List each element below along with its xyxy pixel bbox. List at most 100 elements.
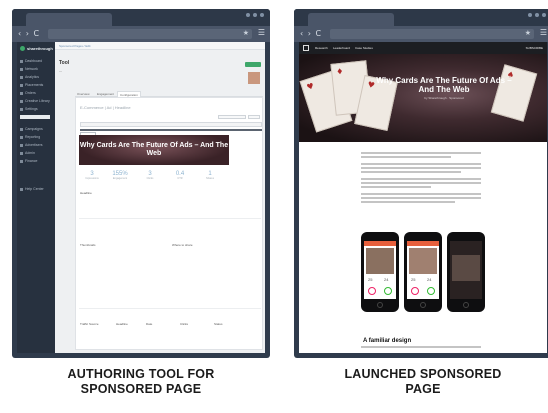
subscribe-link[interactable]: SUBSCRIBE [526, 46, 543, 50]
sidebar-item[interactable]: Admin [20, 150, 52, 156]
authoring-main: Sponsored Pages / Edit Tool — Overview E… [55, 42, 265, 353]
logo-dot-icon [20, 46, 25, 52]
authoring-browser-window: ‹ › C ★ ☰ sharethrough Dashboard Network… [12, 9, 270, 358]
url-input[interactable]: ★ [48, 29, 252, 39]
star-icon[interactable]: ★ [243, 29, 249, 39]
breadcrumb[interactable]: Sponsored Pages / Edit [59, 44, 91, 48]
sidebar-item[interactable]: Settings [20, 106, 52, 112]
like-icon[interactable] [427, 287, 435, 295]
caption-line: LAUNCHED SPONSORED [344, 367, 502, 381]
save-button[interactable] [248, 115, 260, 119]
caption-line: AUTHORING TOOL FOR [67, 367, 215, 381]
sidebar-item[interactable]: Campaigns [20, 126, 52, 132]
hero-title: Why Cards Are The Future Of Ads – And Th… [79, 142, 229, 157]
window-controls[interactable] [528, 13, 546, 17]
editor-toolbar[interactable] [80, 122, 262, 127]
browser-tab[interactable] [308, 13, 394, 26]
article-text-line [361, 201, 455, 203]
site-logo-icon[interactable] [303, 45, 309, 51]
tab-strip: Overview Engagement Configuration [75, 90, 263, 97]
app-header [407, 241, 439, 246]
site-nav-case-studies[interactable]: Case Studies [355, 46, 373, 50]
sidebar-item[interactable]: Creative Library [20, 98, 52, 104]
app-sidebar: sharethrough Dashboard Network Analytics… [17, 42, 55, 353]
sidebar-item[interactable]: Advertisers [20, 142, 52, 148]
footer-col: Status [214, 322, 223, 326]
menu-item-icon [20, 83, 23, 87]
metric-value: 25 [411, 277, 416, 282]
sidebar-item-label: Creative Library [25, 99, 50, 103]
headline-placeholder: E-Commerce | Ad | Headline [80, 105, 131, 110]
sidebar-item-help[interactable]: Help Center [20, 186, 52, 192]
nav-arrows-icon[interactable]: ‹ › C [18, 29, 40, 39]
page-title: Tool [59, 60, 70, 66]
site-nav-research[interactable]: Research [315, 46, 328, 50]
menu-item-icon [20, 159, 23, 163]
sidebar-item[interactable]: Analytics [20, 74, 52, 80]
url-input[interactable]: ★ [330, 29, 534, 39]
phone-screen [450, 241, 482, 299]
section-label-thumbnails: Thumbnails [80, 243, 96, 247]
divider [79, 218, 261, 219]
phone-screen: 25 24 [364, 241, 396, 299]
app-header [364, 241, 396, 246]
match-photo [452, 255, 480, 281]
sidebar-item[interactable]: Dashboard [20, 58, 52, 64]
footer-col: Headline [116, 322, 128, 326]
profile-photo [409, 248, 437, 274]
article-text-line [361, 346, 481, 348]
article-text-line [361, 197, 481, 199]
tab-bar [294, 9, 548, 26]
footer-col: Clicks [180, 322, 188, 326]
menu-item-icon [20, 67, 23, 71]
sidebar-item-label: Dashboard [25, 59, 43, 63]
menu-item-icon [20, 135, 23, 139]
hero-preview: Why Cards Are The Future Of Ads – And Th… [79, 135, 229, 165]
preview-button[interactable] [218, 115, 246, 119]
sidebar-item[interactable]: Orders [20, 90, 52, 96]
window-controls[interactable] [246, 13, 264, 17]
star-icon[interactable]: ★ [525, 29, 531, 39]
tab-bar [12, 9, 270, 26]
brand-logo: sharethrough [20, 46, 53, 52]
home-button-icon [420, 302, 426, 308]
site-nav-leaderboard[interactable]: Leaderboard [333, 46, 350, 50]
menu-item-icon [20, 127, 23, 131]
like-icon[interactable] [384, 287, 392, 295]
menu-item-icon [20, 107, 23, 111]
publish-button[interactable] [245, 62, 261, 67]
sidebar-item-label: Settings [25, 107, 38, 111]
stat: 3 Clicks [138, 171, 162, 180]
section-label-headline: Headline [80, 191, 92, 195]
stat: 1 Shares [198, 171, 222, 180]
hero-banner: ♥ ♦ ♥ ♠ Why Cards Are The Future Of Ads … [299, 54, 547, 142]
stat: 0.4 CTR [168, 171, 192, 180]
menu-item-icon [20, 75, 23, 79]
menu-item-icon [20, 143, 23, 147]
home-button-icon [463, 302, 469, 308]
dislike-icon[interactable] [411, 287, 419, 295]
stat-label: Shares [206, 177, 214, 180]
menu-icon[interactable]: ☰ [258, 28, 265, 38]
browser-tab[interactable] [26, 13, 112, 26]
footer-col: Date [146, 322, 153, 326]
sidebar-item[interactable]: Finance [20, 158, 52, 164]
metric-value: 25 [368, 277, 373, 282]
sidebar-item[interactable]: Placements [20, 82, 52, 88]
menu-item-icon [20, 59, 23, 63]
menu-item-icon [20, 91, 23, 95]
dislike-icon[interactable] [368, 287, 376, 295]
article-text-line [361, 178, 481, 180]
sidebar-search-input[interactable] [20, 115, 50, 119]
sidebar-item-label: Finance [25, 159, 38, 163]
menu-icon[interactable]: ☰ [540, 28, 547, 38]
sidebar-item[interactable]: Network [20, 66, 52, 72]
card-pip-icon: ♥ [305, 81, 316, 93]
article-text-line [361, 156, 451, 158]
section-heading: A familiar design [363, 338, 412, 344]
nav-arrows-icon[interactable]: ‹ › C [300, 29, 322, 39]
thumbnail-image [248, 72, 260, 84]
sidebar-item[interactable]: Reporting [20, 134, 52, 140]
article-text-line [361, 171, 461, 173]
editor-panel: E-Commerce | Ad | Headline Why Cards Are… [75, 97, 263, 350]
